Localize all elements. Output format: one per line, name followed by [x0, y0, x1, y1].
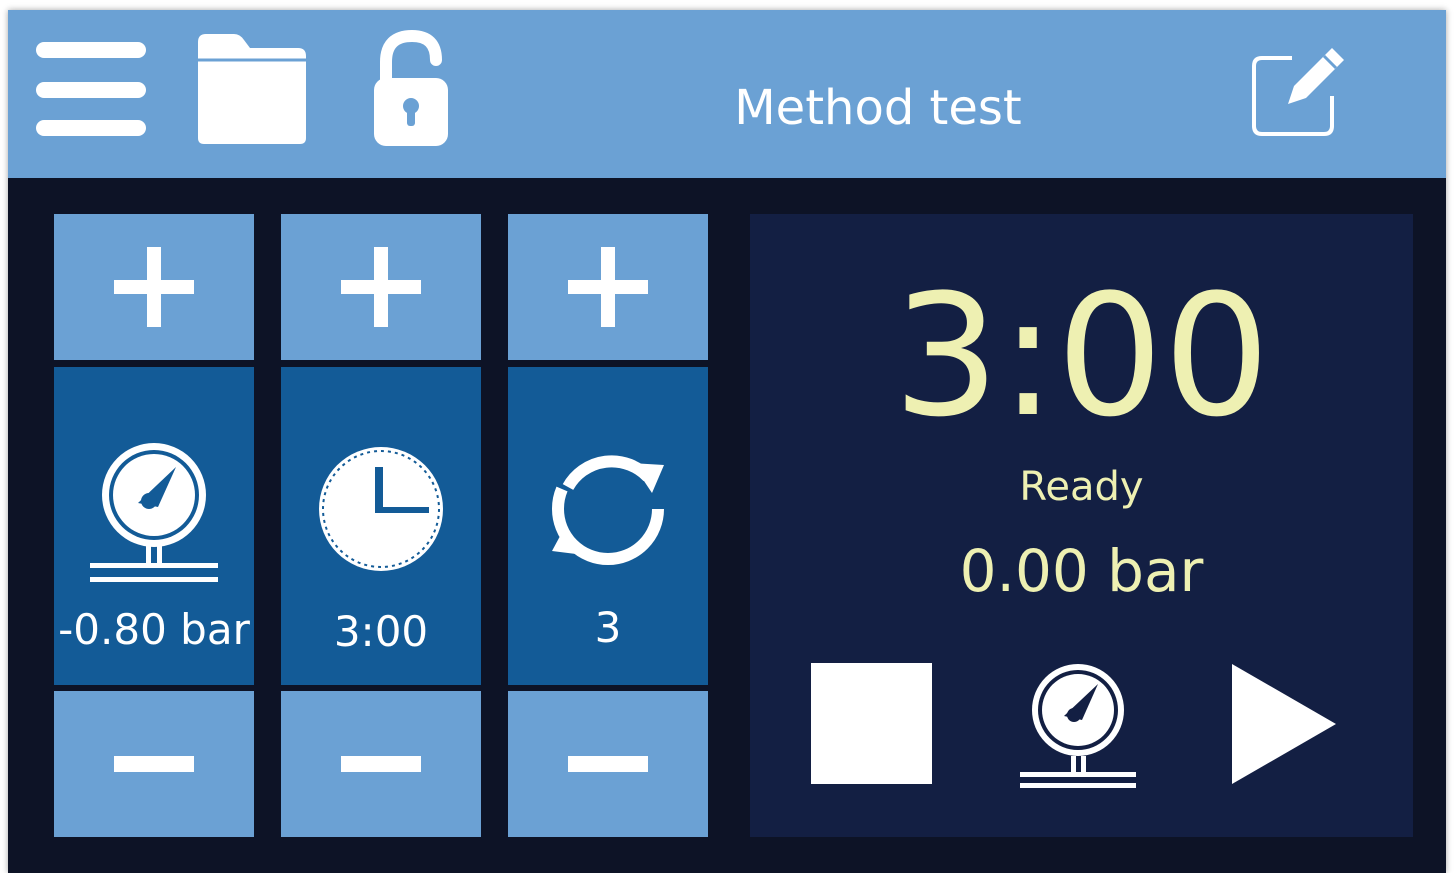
device-screen: Method test -0.80 bar 3:00 3 3:00 Ready … — [8, 10, 1446, 873]
play-icon[interactable] — [1230, 662, 1338, 786]
minus-icon — [114, 756, 194, 772]
top-bar: Method test — [8, 10, 1446, 178]
status-panel: 3:00 Ready 0.00 bar — [750, 214, 1413, 837]
pressure-gauge-icon[interactable] — [1020, 664, 1140, 788]
minus-icon — [341, 756, 421, 772]
minus-icon — [568, 756, 648, 772]
repeat-icon — [552, 455, 664, 565]
pressure-increase-button[interactable] — [54, 214, 254, 360]
time-increase-button[interactable] — [281, 214, 481, 360]
current-pressure: 0.00 bar — [959, 537, 1204, 605]
pressure-setting: -0.80 bar — [54, 367, 254, 685]
hamburger-menu-icon[interactable] — [34, 40, 150, 138]
cycles-value: 3 — [594, 603, 622, 652]
pressure-value: -0.80 bar — [58, 605, 250, 654]
stop-icon[interactable] — [811, 663, 932, 784]
countdown-timer: 3:00 — [892, 258, 1271, 454]
time-value: 3:00 — [333, 607, 429, 656]
clock-icon — [319, 447, 443, 571]
time-decrease-button[interactable] — [281, 691, 481, 837]
folder-icon[interactable] — [194, 30, 310, 148]
run-state: Ready — [1019, 464, 1144, 510]
pressure-gauge-icon — [90, 443, 218, 582]
plus-icon — [341, 247, 421, 327]
edit-icon[interactable] — [1248, 38, 1348, 140]
plus-icon — [114, 247, 194, 327]
cycles-setting: 3 — [508, 367, 708, 685]
method-title: Method test — [734, 80, 1022, 136]
plus-icon — [568, 247, 648, 327]
pressure-decrease-button[interactable] — [54, 691, 254, 837]
time-setting: 3:00 — [281, 367, 481, 685]
cycles-decrease-button[interactable] — [508, 691, 708, 837]
cycles-increase-button[interactable] — [508, 214, 708, 360]
unlock-icon[interactable] — [370, 28, 452, 150]
